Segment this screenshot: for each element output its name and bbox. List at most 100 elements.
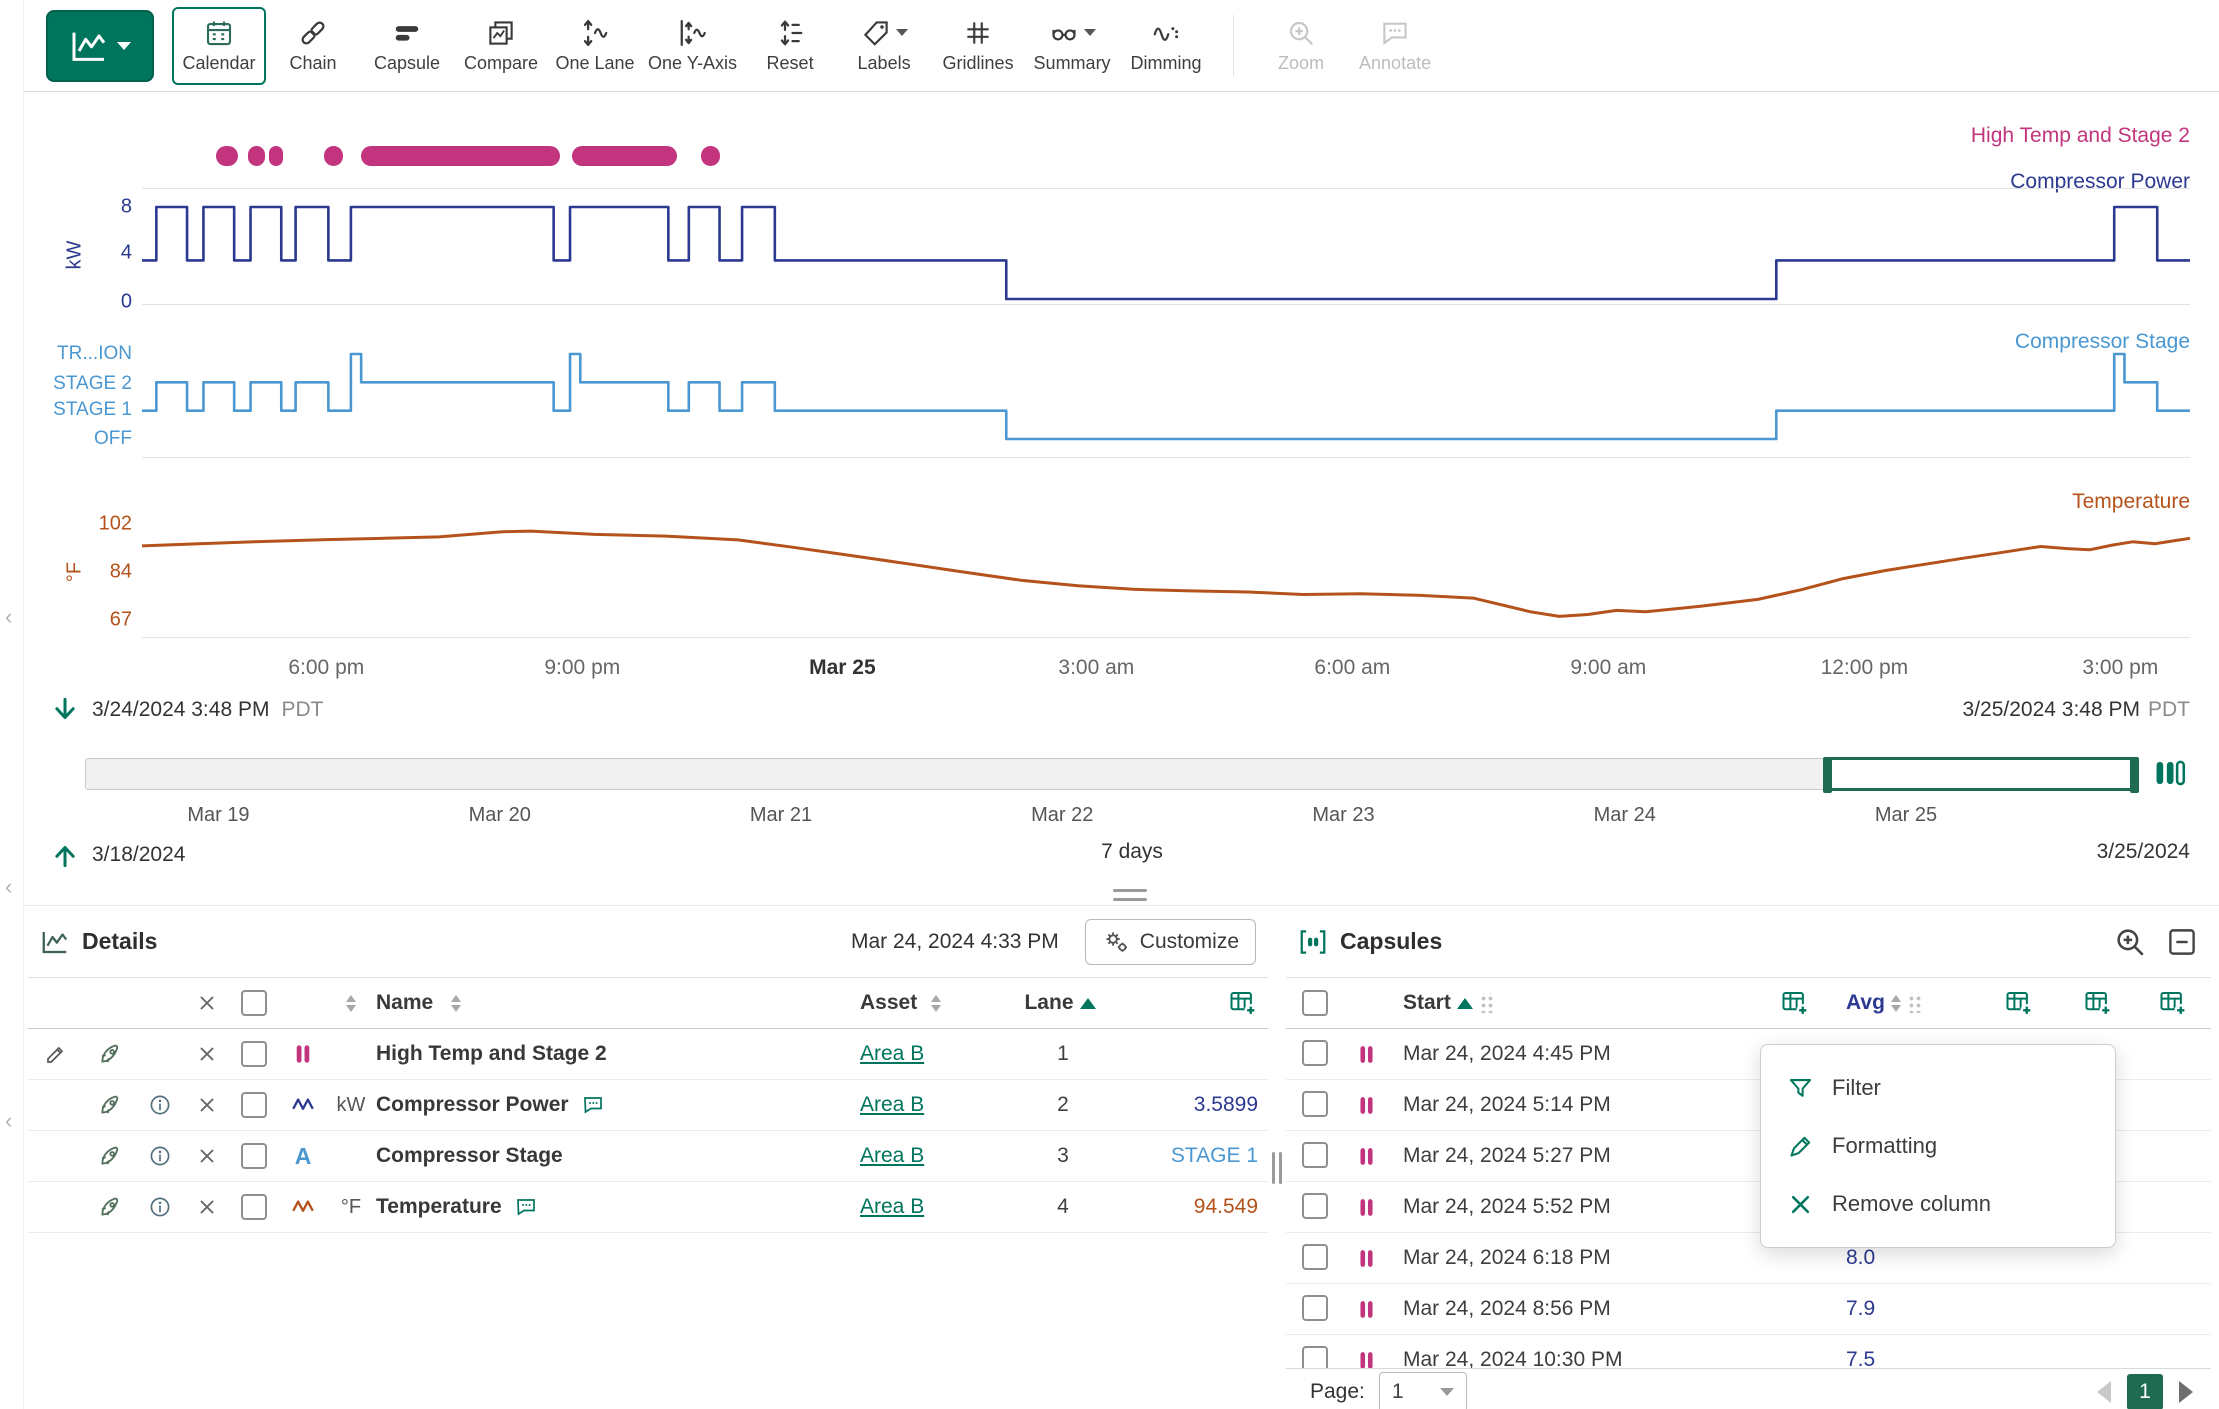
lane-compressor-stage-plot[interactable] [142, 344, 2190, 456]
capsule-time-icon[interactable] [2151, 754, 2189, 792]
chart-type-button[interactable] [46, 10, 154, 82]
row-checkbox[interactable] [1302, 1346, 1328, 1368]
capsule-lane[interactable] [142, 146, 2190, 166]
x-icon[interactable] [196, 992, 218, 1014]
row-checkbox[interactable] [241, 1194, 267, 1220]
comment-icon[interactable] [514, 1195, 538, 1219]
capsule-bar[interactable] [361, 146, 560, 166]
asset-link[interactable]: Area B [860, 1042, 924, 1066]
row-checkbox[interactable] [1302, 1142, 1328, 1168]
toolbar-item-chain[interactable]: Chain [266, 4, 360, 88]
row-checkbox[interactable] [1302, 1091, 1328, 1117]
info-icon[interactable] [148, 1144, 172, 1168]
collapse-chevron-icon[interactable]: ‹ [5, 606, 12, 628]
toolbar-item-capsule[interactable]: Capsule [360, 4, 454, 88]
zoom-to-capsule-icon[interactable] [2113, 925, 2147, 959]
info-icon[interactable] [148, 1093, 172, 1117]
sort-icon[interactable] [1891, 995, 1901, 1012]
select-all-checkbox[interactable] [241, 990, 267, 1016]
arrow-up-icon[interactable] [50, 840, 80, 870]
capsule-bar[interactable] [324, 146, 342, 166]
lane-compressor-power-plot[interactable] [142, 188, 2190, 308]
comment-icon[interactable] [581, 1093, 605, 1117]
toolbar-item-one-y-axis[interactable]: One Y-Axis [642, 4, 743, 88]
menu-item-filter[interactable]: Filter [1761, 1059, 2115, 1117]
asset-link[interactable]: Area B [860, 1093, 924, 1117]
item-name: High Temp and Stage 2 [376, 1042, 607, 1066]
capsule-start: Mar 24, 2024 5:52 PM [1403, 1195, 1611, 1219]
arrow-down-icon[interactable] [50, 695, 80, 725]
info-icon[interactable] [148, 1195, 172, 1219]
menu-item-formatting[interactable]: Formatting [1761, 1117, 2115, 1175]
row-checkbox[interactable] [1302, 1193, 1328, 1219]
toolbar-item-dimming[interactable]: Dimming [1119, 4, 1213, 88]
capsule-bar[interactable] [572, 146, 676, 166]
signal-unit: kW [328, 1080, 374, 1130]
toolbar-item-labels[interactable]: Labels [837, 4, 931, 88]
sort-icon[interactable] [931, 995, 941, 1012]
sort-icon[interactable] [451, 995, 461, 1012]
capsule-bar[interactable] [269, 146, 283, 166]
investigate-start-text: 3/18/2024 [92, 843, 185, 867]
vertical-splitter[interactable] [1271, 1152, 1283, 1184]
rocket-icon[interactable] [97, 1041, 123, 1067]
x-axis-label: 12:00 pm [1821, 656, 1909, 680]
row-checkbox[interactable] [1302, 1040, 1328, 1066]
row-checkbox[interactable] [1302, 1295, 1328, 1321]
rocket-icon[interactable] [97, 1143, 123, 1169]
row-checkbox[interactable] [241, 1143, 267, 1169]
toolbar-item-calendar[interactable]: Calendar [172, 7, 266, 85]
toolbar-item-gridlines[interactable]: Gridlines [931, 4, 1025, 88]
collapse-chevron-icon[interactable]: ‹ [5, 876, 12, 898]
column-grip-icon[interactable] [1907, 993, 1921, 1013]
table-plus-icon[interactable] [2004, 988, 2034, 1018]
x-icon[interactable] [196, 1196, 218, 1218]
asset-link[interactable]: Area B [860, 1144, 924, 1168]
calendar-icon [204, 18, 234, 48]
sort-asc-icon[interactable] [1080, 998, 1096, 1009]
toolbar-item-reset[interactable]: Reset [743, 4, 837, 88]
table-plus-icon[interactable] [1228, 988, 1258, 1018]
overview-selection[interactable] [1825, 757, 2137, 791]
horizontal-splitter[interactable] [1113, 889, 1147, 901]
x-icon[interactable] [196, 1043, 218, 1065]
x-icon[interactable] [196, 1094, 218, 1116]
page-select[interactable]: 1 [1379, 1372, 1467, 1409]
sort-icon[interactable] [346, 995, 356, 1012]
column-grip-icon[interactable] [1479, 993, 1493, 1013]
toolbar-item-one-lane[interactable]: One Lane [548, 4, 642, 88]
asset-link[interactable]: Area B [860, 1195, 924, 1219]
capsule-bar[interactable] [216, 146, 239, 166]
capsule-bar[interactable] [248, 146, 264, 166]
menu-item-remove-column[interactable]: Remove column [1761, 1175, 2115, 1233]
rocket-icon[interactable] [97, 1092, 123, 1118]
current-page-button[interactable]: 1 [2127, 1374, 2163, 1409]
overview-timebar[interactable] [85, 758, 2138, 790]
collapse-chevron-icon[interactable]: ‹ [5, 1110, 12, 1132]
details-table-header: NameAssetLane [28, 978, 1268, 1029]
collapse-panel-icon[interactable] [2165, 925, 2199, 959]
toolbar-item-compare[interactable]: Compare [454, 4, 548, 88]
next-page-button[interactable] [2179, 1381, 2193, 1403]
capsule-start: Mar 24, 2024 5:27 PM [1403, 1144, 1611, 1168]
previous-page-button[interactable] [2097, 1381, 2111, 1403]
table-plus-icon[interactable] [2083, 988, 2113, 1018]
row-checkbox[interactable] [241, 1041, 267, 1067]
selection-left-handle[interactable] [1823, 757, 1832, 793]
customize-label: Customize [1140, 930, 1239, 954]
customize-button[interactable]: Customize [1085, 919, 1256, 965]
x-icon[interactable] [196, 1145, 218, 1167]
rocket-icon[interactable] [97, 1194, 123, 1220]
select-all-checkbox[interactable] [1302, 990, 1328, 1016]
selection-right-handle[interactable] [2130, 757, 2139, 793]
capsule-bar[interactable] [701, 146, 719, 166]
table-plus-icon[interactable] [1780, 988, 1810, 1018]
remove-x-icon [1787, 1191, 1814, 1218]
row-checkbox[interactable] [1302, 1244, 1328, 1270]
pencil-icon[interactable] [44, 1042, 68, 1066]
sort-asc-icon[interactable] [1457, 998, 1473, 1009]
table-plus-icon[interactable] [2158, 988, 2188, 1018]
toolbar-item-summary[interactable]: Summary [1025, 4, 1119, 88]
lane-temperature-plot[interactable] [142, 510, 2190, 635]
row-checkbox[interactable] [241, 1092, 267, 1118]
